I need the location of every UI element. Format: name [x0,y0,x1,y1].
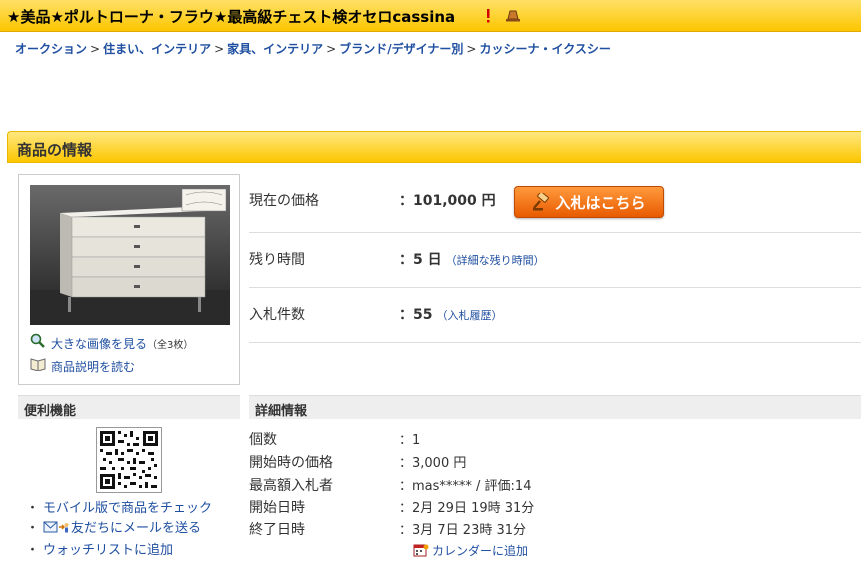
mail-icon [43,521,69,533]
bids-value: ：55 [399,307,433,323]
view-large-image-label: 大きな画像を見る [51,337,148,351]
breadcrumb-home-interior[interactable]: 住まい、インテリア [103,42,211,56]
start-price-value: ：3,000 円 [399,456,467,471]
image-count: （全3枚） [147,340,194,351]
item-photo[interactable] [30,185,230,325]
bids-label: 入札件数 [249,307,305,323]
top-bidder-value: ：mas***** / 評価:14 [399,479,532,494]
watchlist-link[interactable]: ・ウォッチリストに追加 [26,539,173,558]
time-row: 残り時間 ：5 日 （詳細な残り時間） [249,233,861,288]
convenience-header: 便利機能 [18,395,240,419]
item-info-title: 商品の情報 [17,141,93,159]
bid-button[interactable]: 入札はこちら [514,186,664,218]
bid-history-link[interactable]: （入札履歴） [436,309,502,322]
details-title: 詳細情報 [255,404,308,419]
mobile-check-link[interactable]: ・モバイル版で商品をチェック [26,497,212,516]
book-icon [30,358,46,371]
magnifier-icon [30,333,45,348]
breadcrumb: オークション > 住まい、インテリア > 家具、インテリア > ブランド/デザイナー別 > カッ… [15,42,611,56]
email-friend-label: 友だちにメールを送る [71,521,202,536]
page-title: ★美品★ポルトローナ・フラウ★最高級チェスト検オセロcassina [7,8,456,26]
read-description-link[interactable]: 商品説明を読む [51,358,135,375]
details-header: 詳細情報 [249,395,861,419]
time-detail-link[interactable]: （詳細な残り時間） [446,254,545,267]
price-label: 現在の価格 [249,193,319,209]
time-label: 残り時間 [249,252,305,268]
view-large-image-link[interactable]: 大きな画像を見る（全3枚） [51,335,193,352]
start-date-value: ：2月 29日 19時 31分 [399,501,535,516]
exclamation-icon [487,9,490,23]
quantity-label: 個数 [249,432,277,448]
bid-button-label: 入札はこちら [555,193,646,212]
watchlist-label: ウォッチリストに追加 [43,543,174,558]
convenience-title: 便利機能 [24,404,77,419]
qr-code [96,427,162,493]
quantity-value: ：1 [399,433,421,448]
top-bidder-label: 最高額入札者 [249,478,333,494]
start-date-label: 開始日時 [249,500,305,516]
calendar-icon [413,544,429,557]
gavel-icon [533,193,550,211]
time-value: ：5 日 [399,252,442,268]
add-calendar-label: カレンダーに追加 [432,544,529,558]
end-date-label: 終了日時 [249,522,305,538]
price-value: ：101,000 円 [399,193,496,209]
breadcrumb-brand-designer[interactable]: ブランド/デザイナー別 [339,42,463,56]
end-date-value: ：3月 7日 23時 31分 [399,523,527,538]
image-box: 大きな画像を見る（全3枚） 商品説明を読む [18,174,240,385]
email-friend-link[interactable]: ・友だちにメールを送る [26,517,201,536]
breadcrumb-auction[interactable]: オークション [15,42,87,56]
hat-icon [506,10,520,22]
title-bar: ★美品★ポルトローナ・フラウ★最高級チェスト検オセロcassina [0,0,861,32]
mobile-check-label: モバイル版で商品をチェック [43,501,213,516]
breadcrumb-cassina[interactable]: カッシーナ・イクスシー [479,42,610,56]
start-price-label: 開始時の価格 [249,455,333,471]
add-calendar-link[interactable]: カレンダーに追加 [413,542,528,559]
bids-row: 入札件数 ：55 （入札履歴） [249,288,861,343]
item-info-header: 商品の情報 [7,131,861,163]
breadcrumb-furniture[interactable]: 家具、インテリア [227,42,323,56]
